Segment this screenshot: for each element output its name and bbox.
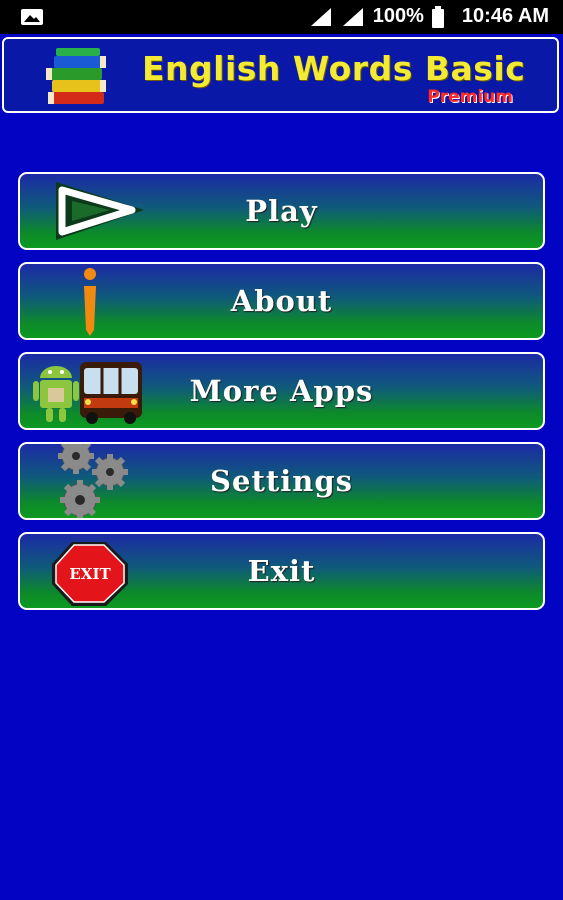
app-subtitle: Premium xyxy=(427,87,513,107)
about-label: About xyxy=(230,284,333,318)
more-apps-button[interactable]: More Apps xyxy=(18,352,545,430)
exit-button[interactable]: EXIT Exit xyxy=(18,532,545,610)
books-icon xyxy=(46,48,106,104)
about-button[interactable]: About xyxy=(18,262,545,340)
play-label: Play xyxy=(245,194,318,228)
status-bar: 100% 10:46 AM xyxy=(0,0,563,34)
exit-label: Exit xyxy=(247,554,316,588)
more-apps-label: More Apps xyxy=(189,374,374,408)
settings-button[interactable]: Settings xyxy=(18,442,545,520)
signal-icon xyxy=(310,7,331,26)
settings-label: Settings xyxy=(210,464,353,498)
app-title: English Words Basic xyxy=(142,49,526,88)
app-header: English Words Basic Premium xyxy=(2,37,559,113)
image-icon xyxy=(21,9,43,25)
play-button[interactable]: Play xyxy=(18,172,545,250)
battery-percent: 100% xyxy=(372,5,424,27)
signal-icon xyxy=(342,7,363,26)
clock: 10:46 AM xyxy=(461,5,549,27)
battery-icon xyxy=(431,5,444,28)
